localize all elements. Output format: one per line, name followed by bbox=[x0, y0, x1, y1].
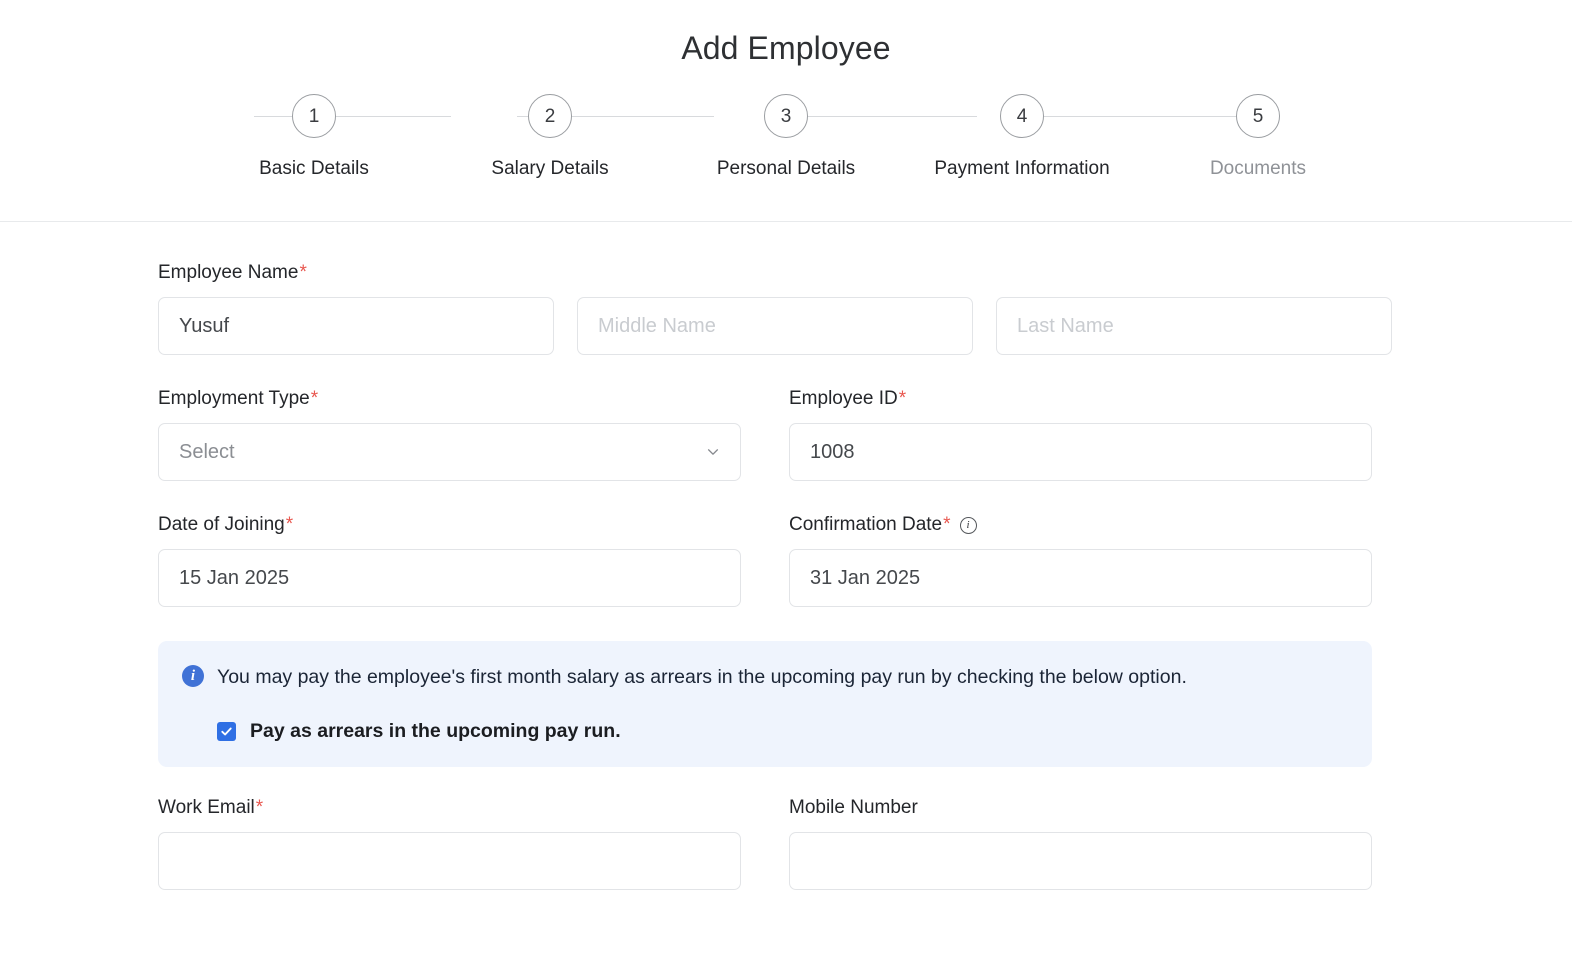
date-of-joining-label: Date of Joining * bbox=[158, 514, 741, 536]
step-label-3: Personal Details bbox=[716, 158, 856, 179]
step-number-4: 4 bbox=[1000, 94, 1044, 138]
info-icon[interactable]: i bbox=[959, 516, 977, 534]
stepper-item-payment-information[interactable]: 4 Payment Information bbox=[904, 94, 1140, 180]
required-asterisk: * bbox=[943, 514, 951, 535]
required-asterisk: * bbox=[310, 388, 319, 409]
work-email-label-text: Work Email bbox=[158, 797, 255, 818]
employee-id-label: Employee ID * bbox=[789, 388, 1372, 410]
chevron-down-icon bbox=[706, 445, 720, 459]
employment-type-label-text: Employment Type bbox=[158, 388, 310, 409]
mobile-number-label-text: Mobile Number bbox=[789, 797, 918, 818]
pay-as-arrears-label: Pay as arrears in the upcoming pay run. bbox=[250, 720, 621, 742]
date-of-joining-group: Date of Joining * 15 Jan 2025 bbox=[158, 514, 741, 607]
basic-details-form: Employee Name * Yusuf Middle Name Last Na… bbox=[0, 262, 1572, 890]
employee-name-group: Employee Name * Yusuf Middle Name Last Na… bbox=[158, 262, 1572, 355]
employee-id-label-text: Employee ID bbox=[789, 388, 898, 409]
pay-as-arrears-checkbox-row[interactable]: Pay as arrears in the upcoming pay run. bbox=[182, 720, 1348, 743]
progress-stepper: 1 Basic Details 2 Salary Details 3 Perso… bbox=[196, 94, 1376, 180]
date-of-joining-label-text: Date of Joining bbox=[158, 514, 285, 535]
employee-name-label: Employee Name * bbox=[158, 262, 1572, 284]
contact-row: Work Email * Mobile Number bbox=[158, 797, 1572, 890]
employment-type-select[interactable]: Select bbox=[158, 423, 741, 481]
mobile-number-group: Mobile Number bbox=[789, 797, 1372, 890]
header-divider bbox=[0, 221, 1572, 222]
notice-message-row: i You may pay the employee's first month… bbox=[182, 662, 1348, 693]
employee-name-inputs-row: Yusuf Middle Name Last Name bbox=[158, 297, 1572, 355]
dates-row: Date of Joining * 15 Jan 2025 Confirmatio… bbox=[158, 514, 1572, 607]
work-email-group: Work Email * bbox=[158, 797, 741, 890]
checkmark-icon bbox=[221, 727, 232, 736]
stepper-item-salary-details[interactable]: 2 Salary Details bbox=[432, 94, 668, 180]
employee-id-group: Employee ID * 1008 bbox=[789, 388, 1372, 481]
confirmation-date-group: Confirmation Date * i 31 Jan 2025 bbox=[789, 514, 1372, 607]
employment-type-group: Employment Type * Select bbox=[158, 388, 741, 481]
stepper-item-personal-details[interactable]: 3 Personal Details bbox=[668, 94, 904, 180]
step-number-1: 1 bbox=[292, 94, 336, 138]
step-label-4: Payment Information bbox=[934, 158, 1110, 179]
stepper-item-documents[interactable]: 5 Documents bbox=[1140, 94, 1376, 180]
employment-type-label: Employment Type * bbox=[158, 388, 741, 410]
first-name-input[interactable]: Yusuf bbox=[158, 297, 554, 355]
required-asterisk: * bbox=[285, 514, 294, 535]
middle-name-input[interactable]: Middle Name bbox=[577, 297, 973, 355]
step-number-3: 3 bbox=[764, 94, 808, 138]
step-label-1: Basic Details bbox=[259, 158, 369, 179]
stepper-item-basic-details[interactable]: 1 Basic Details bbox=[196, 94, 432, 180]
confirmation-date-label: Confirmation Date * i bbox=[789, 514, 1372, 536]
employee-id-input[interactable]: 1008 bbox=[789, 423, 1372, 481]
page-title: Add Employee bbox=[681, 30, 891, 66]
required-asterisk: * bbox=[255, 797, 264, 818]
info-icon: i bbox=[182, 665, 204, 687]
step-label-2: Salary Details bbox=[491, 158, 609, 179]
employment-type-value: Select bbox=[179, 440, 235, 463]
date-of-joining-input[interactable]: 15 Jan 2025 bbox=[158, 549, 741, 607]
add-employee-page: Add Employee 1 Basic Details 2 Salary De… bbox=[0, 0, 1572, 890]
employee-name-label-text: Employee Name bbox=[158, 262, 299, 283]
confirmation-date-input[interactable]: 31 Jan 2025 bbox=[789, 549, 1372, 607]
step-label-5: Documents bbox=[1209, 158, 1307, 179]
work-email-label: Work Email * bbox=[158, 797, 741, 819]
required-asterisk: * bbox=[299, 262, 307, 283]
work-email-input[interactable] bbox=[158, 832, 741, 890]
employment-row: Employment Type * Select Employee ID * 100… bbox=[158, 388, 1572, 481]
notice-text: You may pay the employee's first month s… bbox=[217, 666, 1187, 688]
last-name-input[interactable]: Last Name bbox=[996, 297, 1392, 355]
step-number-2: 2 bbox=[528, 94, 572, 138]
mobile-number-input[interactable] bbox=[789, 832, 1372, 890]
pay-as-arrears-checkbox[interactable] bbox=[217, 722, 236, 741]
arrears-notice-banner: i You may pay the employee's first month… bbox=[158, 641, 1372, 767]
confirmation-date-label-text: Confirmation Date bbox=[789, 514, 943, 535]
required-asterisk: * bbox=[898, 388, 907, 409]
step-number-5: 5 bbox=[1236, 94, 1280, 138]
mobile-number-label: Mobile Number bbox=[789, 797, 1372, 819]
